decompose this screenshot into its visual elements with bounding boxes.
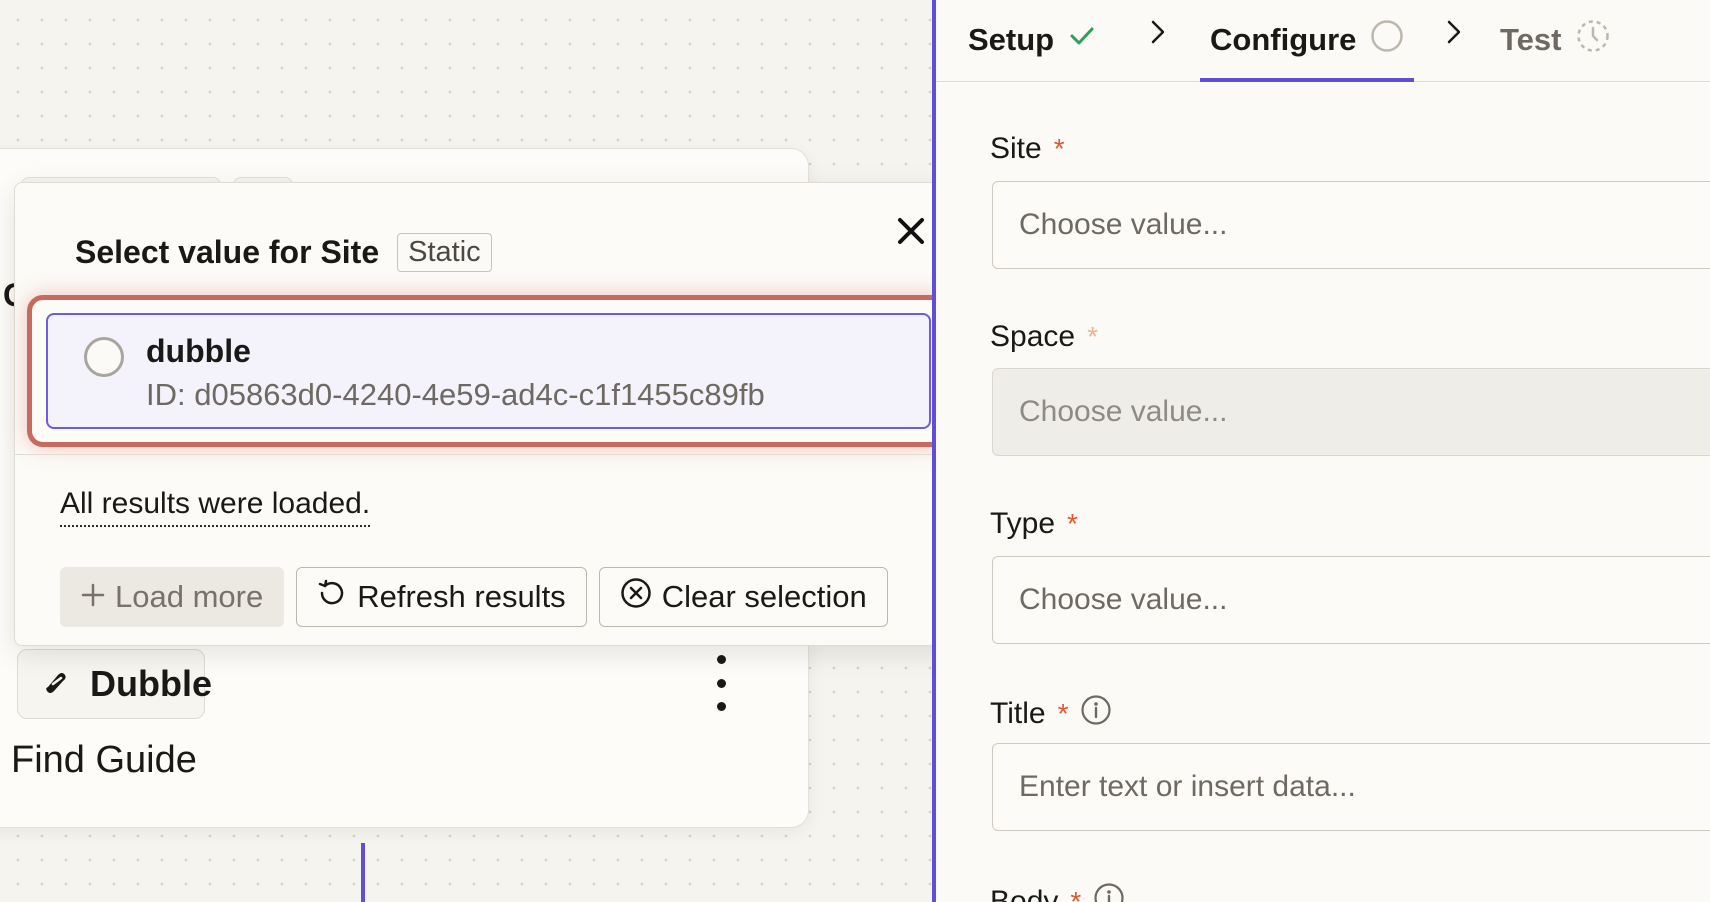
plus-icon	[81, 579, 105, 615]
site-placeholder: Choose value...	[1019, 208, 1228, 241]
type-placeholder: Choose value...	[1019, 583, 1228, 616]
field-label-type: Type *	[990, 507, 1078, 541]
clear-selection-button[interactable]: Clear selection	[598, 567, 888, 627]
field-label-body: Body *	[990, 882, 1125, 902]
results-note: All results were loaded.	[60, 487, 371, 527]
close-icon	[896, 216, 926, 251]
space-placeholder: Choose value...	[1019, 395, 1228, 428]
refresh-icon	[317, 578, 347, 616]
site-select[interactable]: Choose value...	[992, 181, 1710, 269]
required-marker: *	[1053, 133, 1065, 164]
tab-configure[interactable]: Configure	[1200, 0, 1414, 82]
load-more-label: Load more	[115, 579, 264, 614]
popover-header: Select value for Site Static	[75, 233, 492, 272]
tab-test[interactable]: Test	[1500, 0, 1611, 80]
tab-setup[interactable]: Setup	[968, 0, 1096, 80]
type-select[interactable]: Choose value...	[992, 556, 1710, 644]
required-marker: *	[1087, 321, 1098, 352]
required-marker: *	[1070, 886, 1082, 902]
required-marker: *	[1067, 508, 1078, 539]
field-label-text: Title	[990, 697, 1046, 730]
field-label-text: Body	[990, 885, 1059, 902]
divider	[15, 454, 961, 455]
popover-title: Select value for Site	[75, 234, 380, 270]
field-label-text: Site	[990, 132, 1042, 165]
chevron-right-icon	[1148, 18, 1168, 51]
step-tabs: Setup Configure Test	[936, 0, 1710, 82]
space-select[interactable]: Choose value...	[992, 368, 1710, 456]
info-icon[interactable]	[1080, 694, 1112, 734]
clear-circle-icon	[620, 577, 652, 617]
field-label-text: Space	[990, 320, 1076, 353]
tab-label: Test	[1500, 22, 1562, 57]
field-label-text: Type	[990, 507, 1056, 540]
list-item[interactable]: dubble ID: d05863d0-4240-4e59-ad4c-c1f14…	[46, 313, 931, 429]
clear-selection-label: Clear selection	[661, 579, 867, 614]
tab-active-indicator	[1200, 78, 1414, 82]
select-value-popover: Select value for Site Static dubble ID: …	[14, 182, 962, 646]
option-id: ID: d05863d0-4240-4e59-ad4c-c1f1455c89fb	[146, 377, 765, 412]
dubble-logo-icon	[42, 667, 72, 702]
connector-line	[361, 843, 365, 902]
tab-label: Setup	[968, 22, 1055, 57]
check-icon	[1068, 22, 1096, 58]
more-vertical-icon[interactable]	[709, 655, 733, 711]
refresh-results-button[interactable]: Refresh results	[296, 567, 587, 627]
title-input[interactable]: Enter text or insert data...	[992, 743, 1710, 831]
refresh-label: Refresh results	[357, 579, 566, 614]
app-badge[interactable]: Dubble	[17, 649, 212, 719]
app-name: Dubble	[90, 663, 212, 704]
chevron-right-icon	[1444, 18, 1464, 51]
timer-icon	[1575, 18, 1611, 62]
close-button[interactable]	[891, 213, 931, 253]
required-marker: *	[1057, 698, 1069, 729]
tab-label: Configure	[1210, 22, 1357, 57]
popover-actions: Load more Refresh results Clear selectio…	[60, 567, 888, 627]
load-more-button[interactable]: Load more	[60, 567, 285, 627]
static-badge: Static	[397, 233, 492, 272]
title-placeholder: Enter text or insert data...	[1019, 770, 1356, 803]
field-label-site: Site *	[990, 132, 1065, 166]
option-name: dubble	[146, 333, 251, 369]
info-icon[interactable]	[1093, 882, 1125, 902]
field-label-title: Title *	[990, 694, 1112, 734]
config-panel: Setup Configure Test Site * Choose value…	[932, 0, 1710, 902]
step-title: Find Guide	[11, 739, 197, 781]
field-label-space: Space *	[990, 320, 1098, 354]
circle-icon	[1370, 19, 1404, 61]
radio-circle-icon[interactable]	[84, 337, 124, 377]
